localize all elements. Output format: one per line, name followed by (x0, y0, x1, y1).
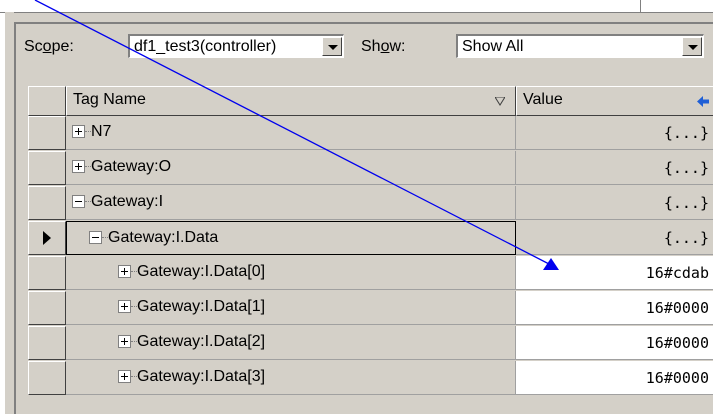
scope-label: Scope: (24, 38, 74, 55)
tag-name: Gateway:O (91, 158, 172, 175)
table-row[interactable]: Gateway:I.Data[3] 16#0000 (28, 361, 713, 396)
scope-combo[interactable]: df1_test3(controller) (128, 34, 344, 58)
tag-value: 16#0000 (645, 334, 709, 352)
column-header-tag-name[interactable]: Tag Name (66, 86, 516, 116)
value-cell[interactable]: 16#0000 (516, 326, 713, 360)
tag-grid: Tag Name Value F N7 {...} (28, 86, 713, 414)
table-row[interactable]: Gateway:O {...} (28, 151, 713, 186)
row-selector[interactable] (28, 116, 66, 150)
table-row[interactable]: Gateway:I.Data[0] 16#cdab (28, 256, 713, 291)
tag-value: 16#0000 (645, 369, 709, 387)
table-row[interactable]: Gateway:I {...} (28, 186, 713, 221)
column-header-label: Value (523, 91, 563, 108)
tag-value: {...} (663, 124, 709, 142)
collapse-minus-icon[interactable] (89, 231, 102, 244)
row-selector[interactable] (28, 151, 66, 185)
tag-name-cell[interactable]: N7 (66, 116, 516, 150)
row-selector[interactable] (28, 291, 66, 325)
show-dropdown-button[interactable] (682, 37, 702, 56)
tag-name-cell[interactable]: Gateway:I.Data[2] (66, 326, 516, 360)
value-cell[interactable]: {...} (516, 221, 713, 255)
value-cell[interactable]: {...} (516, 116, 713, 150)
expand-plus-icon[interactable] (72, 160, 85, 173)
table-row[interactable]: N7 {...} (28, 116, 713, 151)
tag-name: N7 (91, 123, 112, 140)
tag-name: Gateway:I.Data[3] (137, 368, 266, 385)
row-header-corner (28, 86, 66, 116)
table-row[interactable]: Gateway:I.Data[1] 16#0000 (28, 291, 713, 326)
table-row-current[interactable]: Gateway:I.Data {...} (28, 221, 713, 256)
tag-panel: Scope: df1_test3(controller) Show: Show … (14, 22, 713, 414)
expand-plus-icon[interactable] (118, 335, 131, 348)
expand-plus-icon[interactable] (118, 370, 131, 383)
show-combo[interactable]: Show All (456, 34, 704, 58)
tag-name-cell[interactable]: Gateway:I.Data[0] (66, 256, 516, 290)
current-row-indicator-icon[interactable] (28, 221, 66, 255)
tag-editor-window: Scope: df1_test3(controller) Show: Show … (0, 0, 713, 414)
column-header-label: Tag Name (73, 91, 146, 108)
expand-plus-icon[interactable] (118, 265, 131, 278)
tag-name-cell[interactable]: Gateway:I (66, 186, 516, 220)
tag-name-cell[interactable]: Gateway:I.Data (66, 221, 516, 255)
tag-name: Gateway:I.Data[0] (137, 263, 266, 280)
tag-value: {...} (663, 229, 709, 247)
tag-name-cell[interactable]: Gateway:O (66, 151, 516, 185)
value-cell[interactable]: 16#cdab (516, 256, 713, 290)
tag-value: {...} (663, 159, 709, 177)
filter-bar: Scope: df1_test3(controller) Show: Show … (16, 34, 713, 64)
row-selector[interactable] (28, 326, 66, 360)
tag-value: {...} (663, 194, 709, 212)
tag-name: Gateway:I.Data[2] (137, 333, 266, 350)
tag-value: 16#cdab (645, 264, 709, 282)
tag-name: Gateway:I (91, 193, 164, 210)
tag-name: Gateway:I.Data[1] (137, 298, 266, 315)
value-cell[interactable]: {...} (516, 151, 713, 185)
column-header-value[interactable]: Value (516, 86, 713, 116)
collapse-minus-icon[interactable] (72, 195, 85, 208)
row-selector[interactable] (28, 186, 66, 220)
tag-name: Gateway:I.Data (108, 229, 219, 246)
scope-dropdown-button[interactable] (322, 37, 342, 56)
value-cell[interactable]: 16#0000 (516, 291, 713, 325)
sort-arrow-icon (697, 96, 709, 107)
tag-value: 16#0000 (645, 299, 709, 317)
filter-icon[interactable] (495, 97, 505, 106)
tag-name-cell[interactable]: Gateway:I.Data[1] (66, 291, 516, 325)
show-label: Show: (361, 38, 406, 55)
show-value: Show All (462, 38, 524, 55)
row-selector[interactable] (28, 256, 66, 290)
table-row[interactable]: Gateway:I.Data[2] 16#0000 (28, 326, 713, 361)
row-selector[interactable] (28, 361, 66, 395)
tag-name-cell[interactable]: Gateway:I.Data[3] (66, 361, 516, 395)
value-cell[interactable]: 16#0000 (516, 361, 713, 395)
value-cell[interactable]: {...} (516, 186, 713, 220)
scope-value: df1_test3(controller) (134, 38, 277, 55)
expand-plus-icon[interactable] (72, 125, 85, 138)
window-edge (640, 0, 641, 12)
expand-plus-icon[interactable] (118, 300, 131, 313)
